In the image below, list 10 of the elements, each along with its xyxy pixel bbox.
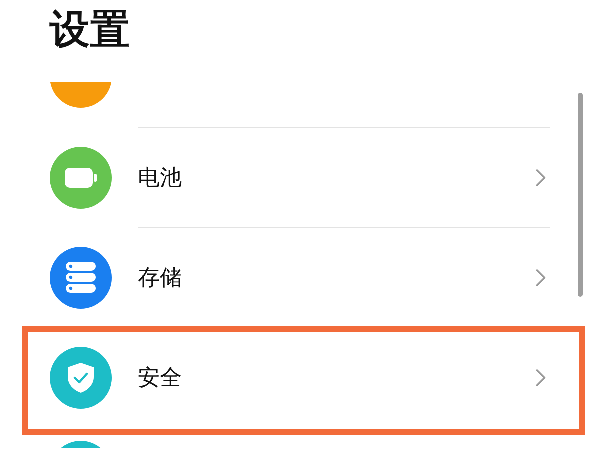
storage-icon <box>65 261 97 295</box>
page-title: 设置 <box>50 6 131 55</box>
item-label: 存储 <box>138 264 183 292</box>
settings-item[interactable]: 存储 <box>0 228 600 328</box>
settings-item[interactable]: 电池 <box>0 128 600 228</box>
settings-item[interactable]: 安全 <box>0 328 600 428</box>
item-label: 电池 <box>138 164 183 192</box>
item-label: 安全 <box>138 364 183 392</box>
battery-icon <box>64 167 98 189</box>
shield-check-icon <box>67 362 95 394</box>
